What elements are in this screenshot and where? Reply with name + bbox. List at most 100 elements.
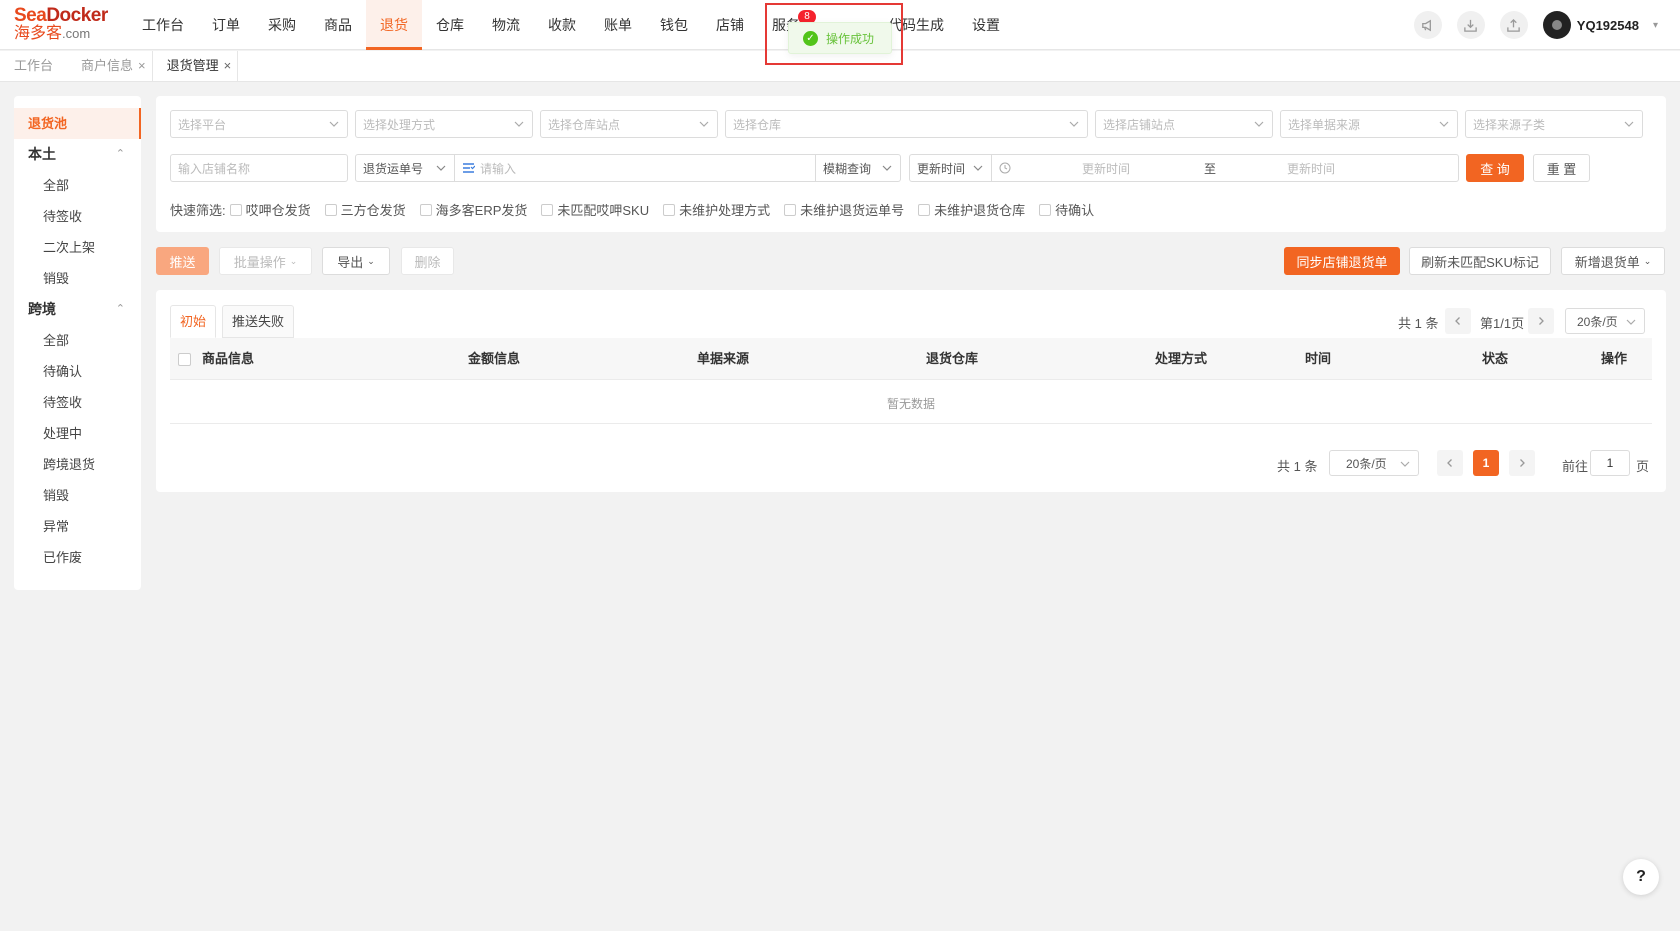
username[interactable]: YQ192548 <box>1577 18 1639 33</box>
chevron-up-icon: ⌃ <box>115 148 125 160</box>
upload-icon[interactable] <box>1499 11 1528 39</box>
page-tab-merchant-info[interactable]: 商户信息 × <box>67 51 152 81</box>
sidebar-item-local-reshelve[interactable]: 二次上架 <box>14 232 141 263</box>
close-icon[interactable]: × <box>224 51 232 81</box>
bottom-page-size-select[interactable]: 20条/页 <box>1329 450 1419 476</box>
tab-push-failed[interactable]: 推送失败 <box>222 305 295 338</box>
match-mode-select[interactable]: 模糊查询 <box>815 154 901 182</box>
bottom-next-page-button[interactable] <box>1509 450 1535 476</box>
download-icon[interactable] <box>1456 11 1485 39</box>
next-page-button[interactable] <box>1528 308 1554 334</box>
source-subtype-select[interactable]: 选择来源子类 <box>1465 110 1643 138</box>
nav-purchase[interactable]: 采购 <box>254 0 310 50</box>
nav-products[interactable]: 商品 <box>310 0 366 50</box>
close-icon[interactable]: × <box>138 51 146 81</box>
date-start[interactable]: 更新时间 <box>1082 160 1130 177</box>
batch-operation-dropdown[interactable]: 批量操作 ⌄ <box>219 247 312 275</box>
quick-filter-checkbox[interactable]: 哎呷仓发货 <box>229 200 311 219</box>
page-number-button[interactable]: 1 <box>1473 450 1499 476</box>
nav-returns[interactable]: 退货 <box>366 0 422 50</box>
select-all-checkbox[interactable] <box>178 353 191 366</box>
nav-logistics[interactable]: 物流 <box>478 0 534 50</box>
chevron-down-icon: ⌄ <box>1643 255 1652 266</box>
tab-initial[interactable]: 初始 <box>170 305 217 338</box>
page-unit-label: 页 <box>1636 459 1650 474</box>
avatar[interactable] <box>1542 11 1571 39</box>
nav-stores[interactable]: 店铺 <box>702 0 758 50</box>
sidebar-item-cb-voided[interactable]: 已作废 <box>14 542 141 573</box>
batch-list-icon[interactable] <box>462 162 475 174</box>
chevron-down-icon <box>1624 118 1634 128</box>
nav-orders[interactable]: 订单 <box>198 0 254 50</box>
nav-wallet[interactable]: 钱包 <box>646 0 702 50</box>
success-toast: ✓ 操作成功 <box>788 22 892 54</box>
quick-filter-checkbox[interactable]: 未维护退货运单号 <box>784 200 904 219</box>
reset-button[interactable]: 重 置 <box>1533 154 1590 182</box>
export-dropdown[interactable]: 导出 ⌄ <box>322 247 390 275</box>
page-tab-workbench[interactable]: 工作台 <box>0 51 67 81</box>
waybill-type-select[interactable]: 退货运单号 <box>355 154 455 182</box>
add-return-dropdown[interactable]: 新增退货单 ⌄ <box>1561 247 1665 275</box>
sidebar-item-cb-pending-confirm[interactable]: 待确认 <box>14 356 141 387</box>
nav-settings[interactable]: 设置 <box>958 0 1014 50</box>
sidebar-item-local-destroy[interactable]: 销毁 <box>14 263 141 294</box>
store-name-input[interactable]: 输入店铺名称 <box>170 154 348 182</box>
platform-select[interactable]: 选择平台 <box>170 110 348 138</box>
total-count: 共 1 条 <box>1398 316 1439 331</box>
sidebar-item-cb-processing[interactable]: 处理中 <box>14 418 141 449</box>
quick-filter-checkbox[interactable]: 未匹配哎呷SKU <box>541 200 649 219</box>
prev-page-button[interactable] <box>1445 308 1471 334</box>
refresh-unmatched-sku-button[interactable]: 刷新未匹配SKU标记 <box>1409 247 1551 275</box>
help-button[interactable]: ? <box>1623 859 1659 895</box>
sidebar-item-local-all[interactable]: 全部 <box>14 170 141 201</box>
sidebar-item-return-pool[interactable]: 退货池 <box>14 108 141 139</box>
quick-filter-checkbox[interactable]: 待确认 <box>1039 200 1094 219</box>
chevron-left-icon <box>1447 459 1452 467</box>
announcement-icon[interactable] <box>1413 11 1442 39</box>
doc-source-select[interactable]: 选择单据来源 <box>1280 110 1458 138</box>
bottom-prev-page-button[interactable] <box>1437 450 1463 476</box>
keyword-input[interactable]: 请输入 <box>454 154 816 182</box>
sidebar-item-cb-return[interactable]: 跨境退货 <box>14 449 141 480</box>
page-size-select[interactable]: 20条/页 <box>1565 308 1645 334</box>
quick-filter-checkbox[interactable]: 海多客ERP发货 <box>419 200 527 219</box>
sidebar-item-cb-pending-sign[interactable]: 待签收 <box>14 387 141 418</box>
store-site-select[interactable]: 选择店铺站点 <box>1095 110 1273 138</box>
sidebar-group-local[interactable]: 本土 ⌃ <box>14 139 141 170</box>
chevron-down-icon <box>436 162 446 172</box>
chevron-down-icon: ⌄ <box>289 255 298 266</box>
warehouse-select[interactable]: 选择仓库 <box>725 110 1088 138</box>
date-end[interactable]: 更新时间 <box>1287 160 1335 177</box>
brand-logo[interactable]: SeaDocker 海多客.com <box>0 0 128 50</box>
col-return-warehouse: 退货仓库 <box>926 351 979 366</box>
sync-store-returns-button[interactable]: 同步店铺退货单 <box>1284 247 1400 275</box>
sidebar-group-cross-border[interactable]: 跨境 ⌃ <box>14 294 141 325</box>
nav-bills[interactable]: 账单 <box>590 0 646 50</box>
chevron-down-icon[interactable]: ▾ <box>1653 20 1658 31</box>
nav-workbench[interactable]: 工作台 <box>128 0 198 50</box>
table-header: 商品信息 金额信息 单据来源 退货仓库 处理方式 时间 状态 操作 <box>170 338 1652 380</box>
sidebar-item-local-pending-sign[interactable]: 待签收 <box>14 201 141 232</box>
query-button[interactable]: 查 询 <box>1466 154 1524 182</box>
quick-filter-checkbox[interactable]: 未维护处理方式 <box>663 200 770 219</box>
nav-warehouse[interactable]: 仓库 <box>422 0 478 50</box>
sidebar: 退货池 本土 ⌃ 全部 待签收 二次上架 销毁 跨境 ⌃ 全部 待确认 待签收 … <box>14 96 141 590</box>
sidebar-item-cb-destroy[interactable]: 销毁 <box>14 480 141 511</box>
chevron-down-icon <box>699 118 709 128</box>
col-time: 时间 <box>1305 351 1332 366</box>
chevron-down-icon <box>1400 458 1410 468</box>
sidebar-item-cb-all[interactable]: 全部 <box>14 325 141 356</box>
handle-method-select[interactable]: 选择处理方式 <box>355 110 533 138</box>
quick-filter-checkbox[interactable]: 未维护退货仓库 <box>918 200 1025 219</box>
page-tab-return-management[interactable]: 退货管理 × <box>151 51 239 81</box>
date-range-picker[interactable]: 更新时间 至 更新时间 <box>991 154 1459 182</box>
sidebar-item-cb-abnormal[interactable]: 异常 <box>14 511 141 542</box>
delete-button[interactable]: 删除 <box>401 247 454 275</box>
push-button[interactable]: 推送 <box>156 247 209 275</box>
nav-receipts[interactable]: 收款 <box>534 0 590 50</box>
warehouse-site-select[interactable]: 选择仓库站点 <box>540 110 718 138</box>
clock-icon <box>999 162 1011 174</box>
time-type-select[interactable]: 更新时间 <box>909 154 992 182</box>
goto-page-input[interactable]: 1 <box>1590 450 1630 476</box>
quick-filter-checkbox[interactable]: 三方仓发货 <box>324 200 406 219</box>
